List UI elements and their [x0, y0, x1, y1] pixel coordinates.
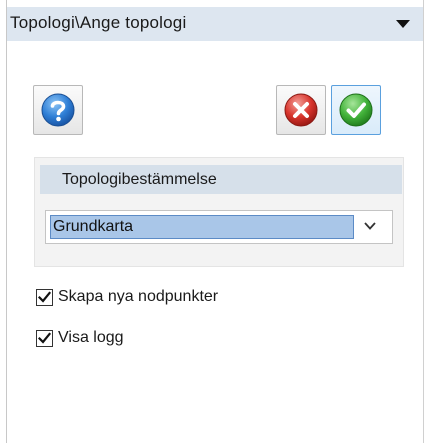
chevron-down-icon[interactable] — [364, 221, 376, 231]
dropdown-triangle-icon[interactable] — [396, 20, 410, 28]
topology-rule-select[interactable]: Grundkarta — [45, 210, 393, 244]
ok-button[interactable] — [331, 85, 381, 135]
select-value: Grundkarta — [50, 215, 354, 239]
panel-titlebar[interactable]: Topologi\Ange topologi — [7, 7, 423, 41]
panel-left-border — [6, 0, 7, 443]
ok-check-icon — [339, 93, 373, 127]
panel-title: Topologi\Ange topologi — [10, 13, 187, 32]
topology-rule-group: Topologibestämmelse Grundkarta — [34, 157, 404, 267]
checkbox-box[interactable] — [36, 289, 53, 306]
panel-right-border — [423, 0, 424, 443]
checkmark-icon — [38, 291, 51, 303]
group-header: Topologibestämmelse — [40, 165, 402, 194]
topology-panel: Topologi\Ange topologi Topologibestämmel… — [0, 0, 428, 443]
help-button[interactable] — [33, 85, 83, 135]
create-nodes-label: Skapa nya nodpunkter — [58, 288, 219, 305]
show-log-label: Visa logg — [58, 329, 124, 346]
cancel-x-icon — [284, 93, 318, 127]
group-header-label: Topologibestämmelse — [62, 171, 217, 188]
checkbox-box[interactable] — [36, 330, 53, 347]
help-question-icon — [41, 93, 75, 127]
checkmark-icon — [38, 332, 51, 344]
cancel-button[interactable] — [276, 85, 326, 135]
